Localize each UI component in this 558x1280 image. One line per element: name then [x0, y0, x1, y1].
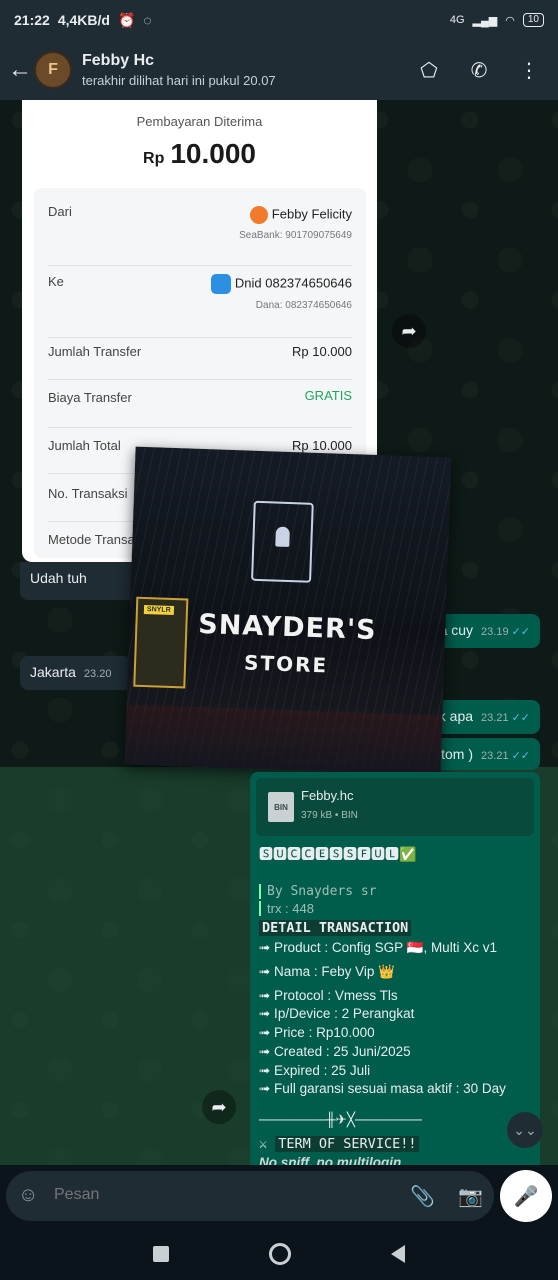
- status-bar: 21:22 4,4KB/d ⏰ ◌ 4G ▂▄▆ ◠ 10: [0, 0, 558, 40]
- receipt-amount: Rp 10.000: [143, 138, 256, 169]
- chat-header: ← F Febby Hc terakhir dilihat hari ini p…: [0, 40, 558, 100]
- detail-protocol: ➟ Protocol : Vmess Tls: [259, 988, 398, 1003]
- scroll-down-button[interactable]: ⌄⌄: [507, 1112, 543, 1148]
- detail-created: ➟ Created : 25 Juni/2025: [259, 1044, 411, 1059]
- add-call-icon[interactable]: ✆: [466, 58, 492, 83]
- sticker-icon[interactable]: ☺: [18, 1184, 38, 1207]
- receipt-row-to: Ke Dnid 082374650646 Dana: 082374650646: [48, 274, 352, 338]
- read-ticks-icon: ✓✓: [511, 626, 530, 638]
- whatsapp-icon: ◌: [143, 12, 152, 28]
- detail-product: ➟ Product : Config SGP 🇸🇬, Multi Xc v1: [259, 940, 497, 955]
- home-icon[interactable]: [269, 1242, 291, 1265]
- success-text: 🆂🆄🅲🅲🅴🆂🆂🅵🆄🅻✅: [259, 846, 417, 862]
- detail-nama: ➟ Nama : Feby Vip 👑: [259, 964, 395, 979]
- file-icon: BIN: [268, 792, 294, 822]
- status-time: 21:22: [14, 12, 50, 28]
- message-input-container[interactable]: ☺ 📎 📷: [6, 1171, 494, 1221]
- sender-avatar-icon: [249, 206, 268, 224]
- trx-line: trx : 448: [259, 901, 314, 916]
- back-arrow-icon[interactable]: ←: [8, 56, 32, 84]
- contact-info[interactable]: Febby Hc terakhir dilihat hari ini pukul…: [82, 52, 276, 88]
- camera-icon[interactable]: 📷: [458, 1184, 483, 1209]
- lock-icon: [275, 526, 290, 548]
- file-attachment[interactable]: BIN Febby.hc 379 kB • BIN: [256, 778, 534, 836]
- more-options-icon[interactable]: ⋮: [516, 58, 542, 83]
- message-bubble-incoming[interactable]: Jakarta 23.20: [20, 656, 132, 690]
- receipt-row-fee: Biaya Transfer GRATIS: [48, 388, 352, 428]
- receipt-row-transfer: Jumlah Transfer Rp 10.000: [48, 344, 352, 380]
- detail-ip: ➟ Ip/Device : 2 Perangkat: [259, 1006, 415, 1021]
- forward-icon[interactable]: ➦: [202, 1090, 236, 1124]
- tos-heading: ⚔ TERM OF SERVICE!!: [259, 1136, 420, 1152]
- mic-icon: 🎤: [513, 1185, 539, 1208]
- label-icon[interactable]: ⬠: [416, 58, 442, 83]
- author-line: By Snayders sr: [259, 884, 377, 899]
- store-sticker[interactable]: SNYLR SNAYDER'S STORE: [124, 446, 452, 776]
- detail-garansi: ➟ Full garansi sesuai masa aktif : 30 Da…: [259, 1081, 506, 1096]
- last-seen: terakhir dilihat hari ini pukul 20.07: [82, 73, 276, 88]
- divider-line: ───────╫✈╳───────: [259, 1112, 422, 1127]
- signal-icon: ▂▄▆: [472, 14, 498, 27]
- battery-icon: 10: [522, 13, 544, 27]
- system-nav-bar: [0, 1227, 558, 1280]
- alarm-icon: ⏰: [117, 11, 136, 28]
- back-triangle-icon[interactable]: [391, 1244, 405, 1263]
- rule-line: No sniff, no multilogin: [259, 1155, 402, 1165]
- forward-icon[interactable]: ➦: [392, 314, 426, 348]
- network-speed: 4,4KB/d: [57, 12, 110, 28]
- mic-button[interactable]: 🎤: [500, 1170, 552, 1222]
- recents-icon[interactable]: [153, 1245, 169, 1262]
- receipt-title: Pembayaran Diterima: [136, 114, 263, 129]
- attach-icon[interactable]: 📎: [410, 1184, 435, 1209]
- receipt-row-from: Dari Febby Felicity SeaBank: 90170907564…: [48, 204, 352, 266]
- dana-icon: [210, 274, 231, 294]
- chat-area[interactable]: Pembayaran Diterima Rp 10.000 Dari Febby …: [0, 100, 558, 1165]
- detail-heading: DETAIL TRANSACTION: [259, 920, 412, 936]
- message-bubble-outgoing-details[interactable]: BIN Febby.hc 379 kB • BIN 🆂🆄🅲🅲🅴🆂🆂🅵🆄🅻✅ By…: [250, 772, 540, 1165]
- read-ticks-icon: ✓✓: [511, 712, 530, 724]
- file-name: Febby.hc: [301, 788, 354, 803]
- file-meta: 379 kB • BIN: [301, 810, 358, 821]
- contact-name: Febby Hc: [82, 52, 155, 69]
- message-input[interactable]: [54, 1186, 374, 1204]
- compose-bar: ☺ 📎 📷 🎤: [0, 1165, 558, 1227]
- wifi-icon: ◠: [505, 14, 515, 27]
- network-label: 4G: [449, 14, 465, 26]
- read-ticks-icon: ✓✓: [511, 750, 530, 762]
- avatar[interactable]: F: [34, 51, 72, 89]
- detail-expired: ➟ Expired : 25 Juli: [259, 1063, 371, 1078]
- detail-price: ➟ Price : Rp10.000: [259, 1025, 375, 1040]
